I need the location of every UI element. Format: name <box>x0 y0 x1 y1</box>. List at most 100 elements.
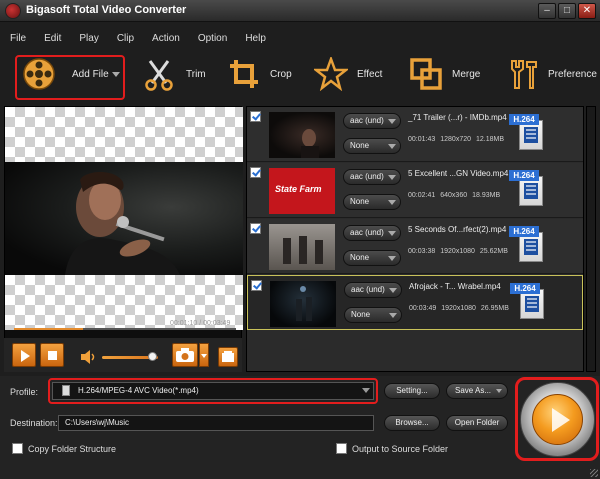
file-checkbox[interactable] <box>250 223 261 234</box>
profile-highlight <box>48 378 378 404</box>
destination-label: Destination: <box>10 418 58 428</box>
resize-grip[interactable] <box>590 469 598 477</box>
star-icon <box>314 57 348 91</box>
file-thumbnail <box>269 112 335 158</box>
profile-label: Profile: <box>10 387 39 397</box>
output-source-checkbox[interactable] <box>336 443 347 454</box>
setting-button[interactable]: Setting... <box>384 383 440 399</box>
film-reel-icon <box>23 58 55 90</box>
file-thumbnail: State Farm <box>269 168 335 214</box>
file-meta: 00:03:49 1920x1080 26.95MB <box>409 305 509 312</box>
destination-input[interactable]: C:\Users\wj\Music <box>58 415 374 431</box>
preference-button[interactable]: Preference <box>506 52 597 96</box>
add-file-label: Add File <box>72 68 109 80</box>
browse-button[interactable]: Browse... <box>384 415 440 431</box>
trim-button[interactable]: Trim <box>144 52 206 96</box>
file-checkbox[interactable] <box>250 167 261 178</box>
menu-bar: File Edit Play Clip Action Option Help <box>0 30 600 48</box>
menu-action[interactable]: Action <box>142 30 188 48</box>
file-thumbnail <box>270 281 336 327</box>
chevron-down-icon <box>496 389 502 393</box>
file-name: 5 Seconds Of...rfect(2).mp4 <box>408 225 507 234</box>
menu-file[interactable]: File <box>0 30 34 48</box>
camera-icon <box>176 348 194 362</box>
audio-track-select[interactable]: aac (und) <box>343 169 401 185</box>
file-name: 5 Excellent ...GN Video.mp4 <box>408 169 509 178</box>
output-format-button[interactable]: H.264 <box>510 283 550 323</box>
audio-track-select[interactable]: aac (und) <box>344 282 402 298</box>
save-as-button[interactable]: Save As... <box>446 383 508 399</box>
merge-icon <box>410 58 442 90</box>
seek-bar[interactable] <box>14 328 236 330</box>
output-format-button[interactable]: H.264 <box>509 170 549 210</box>
video-still <box>65 172 180 275</box>
thumbnail-caption: State Farm <box>275 184 322 194</box>
subtitle-select[interactable]: None <box>343 138 401 154</box>
effect-label: Effect <box>357 68 383 80</box>
snapshot-button[interactable] <box>172 343 198 367</box>
menu-play[interactable]: Play <box>69 30 106 48</box>
file-list: aac (und) None _71 Trailer (...r) - IMDb… <box>246 106 584 372</box>
stop-icon <box>48 351 57 360</box>
output-format-button[interactable]: H.264 <box>509 226 549 266</box>
audio-track-select[interactable]: aac (und) <box>343 225 401 241</box>
scissors-icon <box>145 60 173 91</box>
folder-snapshot-button[interactable] <box>218 347 238 367</box>
crop-label: Crop <box>270 68 292 80</box>
file-checkbox[interactable] <box>251 280 262 291</box>
subtitle-select[interactable]: None <box>343 194 401 210</box>
file-list-scrollbar[interactable] <box>586 106 596 372</box>
close-button[interactable]: ✕ <box>578 3 596 19</box>
menu-clip[interactable]: Clip <box>107 30 142 48</box>
subtitle-select[interactable]: None <box>343 250 401 266</box>
video-frame <box>5 162 243 275</box>
output-source-label: Output to Source Folder <box>352 444 449 454</box>
file-row[interactable]: State Farm aac (und) None 5 Excellent ..… <box>247 163 583 218</box>
copy-folder-checkbox[interactable] <box>12 443 23 454</box>
file-row[interactable]: aac (und) None 5 Seconds Of...rfect(2).m… <box>247 219 583 274</box>
file-meta: 00:01:43 1280x720 12.18MB <box>408 136 505 143</box>
menu-option[interactable]: Option <box>188 30 235 48</box>
audio-track-select[interactable]: aac (und) <box>343 113 401 129</box>
codec-badge: H.264 <box>509 226 539 237</box>
play-button[interactable] <box>12 343 36 367</box>
merge-label: Merge <box>452 68 481 80</box>
volume-icon[interactable] <box>80 350 96 364</box>
maximize-button[interactable]: □ <box>558 3 576 19</box>
toolbar: Add File Trim Crop Effect Merge Preferen… <box>0 52 600 102</box>
file-row[interactable]: aac (und) None Afrojack - T... Wrabel.mp… <box>247 275 583 330</box>
crop-button[interactable]: Crop <box>228 52 292 96</box>
file-checkbox[interactable] <box>250 111 261 122</box>
folder-icon <box>222 351 234 362</box>
title-bar: Bigasoft Total Video Converter – □ ✕ <box>0 0 600 22</box>
open-folder-button[interactable]: Open Folder <box>446 415 508 431</box>
app-logo-icon <box>5 3 21 19</box>
minimize-button[interactable]: – <box>538 3 556 19</box>
merge-button[interactable]: Merge <box>410 52 480 96</box>
file-name: _71 Trailer (...r) - IMDb.mp4 <box>408 113 507 122</box>
chevron-down-icon[interactable] <box>111 71 120 77</box>
convert-highlight <box>515 377 599 461</box>
preference-label: Preference <box>548 68 597 80</box>
output-format-button[interactable]: H.264 <box>509 114 549 154</box>
codec-badge: H.264 <box>510 283 540 294</box>
tools-icon <box>511 60 537 89</box>
menu-edit[interactable]: Edit <box>34 30 69 48</box>
add-file-button[interactable]: Add File <box>22 52 120 96</box>
codec-badge: H.264 <box>509 170 539 181</box>
file-meta: 00:02:41 640x360 18.93MB <box>408 192 501 199</box>
stop-button[interactable] <box>40 343 64 367</box>
file-row[interactable]: aac (und) None _71 Trailer (...r) - IMDb… <box>247 107 583 162</box>
play-icon <box>21 350 30 362</box>
chevron-down-icon <box>201 354 207 358</box>
subtitle-select[interactable]: None <box>344 307 402 323</box>
seek-progress <box>14 328 83 330</box>
window-title: Bigasoft Total Video Converter <box>26 4 187 16</box>
snapshot-dropdown[interactable] <box>199 343 209 367</box>
codec-badge: H.264 <box>509 114 539 125</box>
effect-button[interactable]: Effect <box>314 52 382 96</box>
copy-folder-label: Copy Folder Structure <box>28 444 117 454</box>
menu-help[interactable]: Help <box>235 30 274 48</box>
transparent-area-top <box>5 107 243 162</box>
file-name: Afrojack - T... Wrabel.mp4 <box>409 282 501 291</box>
